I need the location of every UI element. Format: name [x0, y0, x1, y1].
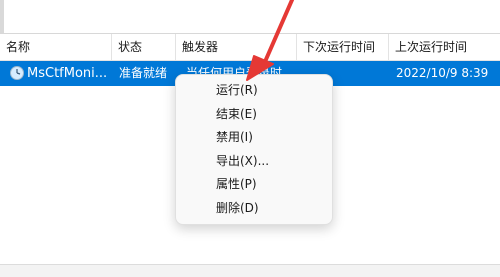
menu-item-export[interactable]: 导出(X)...	[176, 150, 332, 174]
menu-item-end[interactable]: 结束(E)	[176, 103, 332, 127]
context-menu: 运行(R) 结束(E) 禁用(I) 导出(X)... 属性(P) 删除(D)	[175, 74, 333, 225]
task-status: 准备就绪	[119, 66, 168, 80]
task-last-run: 2022/10/9 8:39	[396, 66, 489, 80]
menu-item-run[interactable]: 运行(R)	[176, 79, 332, 103]
bottom-edge	[0, 264, 500, 277]
menu-item-properties[interactable]: 属性(P)	[176, 173, 332, 197]
column-header-next-run[interactable]: 下次运行时间	[297, 34, 389, 60]
column-header-status[interactable]: 状态	[112, 34, 176, 60]
menu-item-disable[interactable]: 禁用(I)	[176, 126, 332, 150]
column-header-name[interactable]: 名称	[0, 34, 112, 60]
menu-item-delete[interactable]: 删除(D)	[176, 197, 332, 221]
task-name: MsCtfMoni...	[27, 66, 108, 81]
window-edge	[0, 0, 4, 33]
toolbar-area	[0, 0, 500, 34]
clock-icon	[10, 66, 24, 80]
column-header-trigger[interactable]: 触发器	[176, 34, 297, 60]
task-list-header: 名称 状态 触发器 下次运行时间 上次运行时间	[0, 34, 500, 61]
column-header-last-run[interactable]: 上次运行时间	[389, 34, 500, 60]
